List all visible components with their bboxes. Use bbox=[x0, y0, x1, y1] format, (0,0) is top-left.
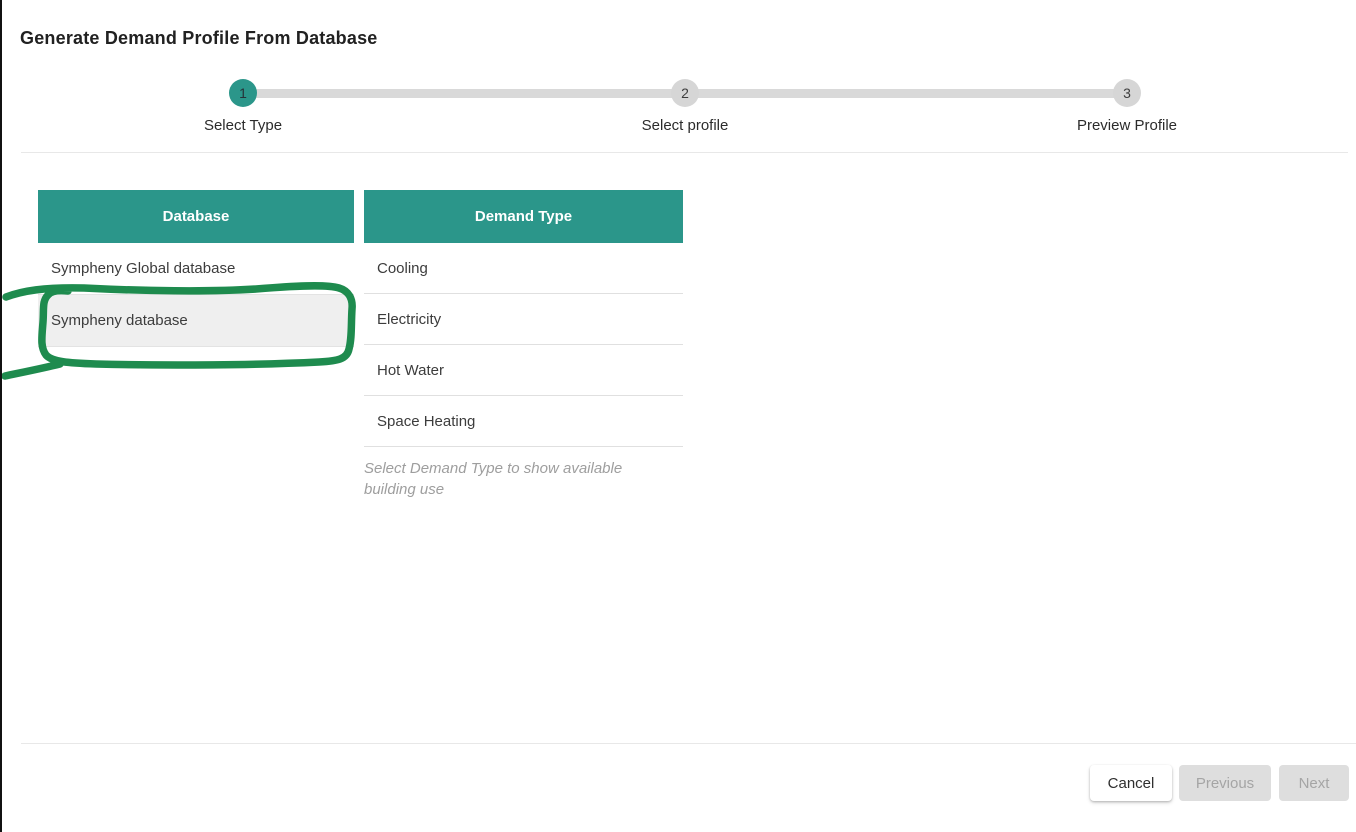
database-table-body: Sympheny Global database Sympheny databa… bbox=[38, 243, 354, 347]
step-1-circle[interactable]: 1 bbox=[229, 79, 257, 107]
header-divider bbox=[21, 152, 1348, 153]
demand-type-hint: Select Demand Type to show available bui… bbox=[364, 458, 664, 500]
demand-type-row[interactable]: Cooling bbox=[364, 243, 683, 294]
previous-button[interactable]: Previous bbox=[1179, 765, 1271, 801]
database-row-label: Sympheny database bbox=[51, 312, 188, 329]
database-table-header: Database bbox=[38, 190, 354, 243]
footer-divider bbox=[21, 743, 1356, 744]
demand-type-row[interactable]: Space Heating bbox=[364, 396, 683, 447]
stepper: 1 Select Type 2 Select profile 3 Preview… bbox=[2, 0, 1356, 140]
demand-type-row-label: Hot Water bbox=[377, 362, 444, 379]
demand-type-table-header: Demand Type bbox=[364, 190, 683, 243]
database-row-label: Sympheny Global database bbox=[51, 260, 235, 277]
step-2-label: Select profile bbox=[642, 117, 729, 134]
demand-type-row[interactable]: Hot Water bbox=[364, 345, 683, 396]
demand-type-row-label: Electricity bbox=[377, 311, 441, 328]
cancel-button[interactable]: Cancel bbox=[1090, 765, 1172, 801]
step-2-circle[interactable]: 2 bbox=[671, 79, 699, 107]
database-row[interactable]: Sympheny Global database bbox=[38, 243, 354, 295]
stepper-step-select-type[interactable]: 1 Select Type bbox=[163, 79, 323, 134]
stepper-step-select-profile[interactable]: 2 Select profile bbox=[605, 79, 765, 134]
step-3-label: Preview Profile bbox=[1077, 117, 1177, 134]
demand-type-table-body: Cooling Electricity Hot Water Space Heat… bbox=[364, 243, 683, 447]
demand-type-table: Demand Type Cooling Electricity Hot Wate… bbox=[364, 190, 683, 447]
stepper-step-preview-profile[interactable]: 3 Preview Profile bbox=[1047, 79, 1207, 134]
generate-demand-profile-dialog: Generate Demand Profile From Database 1 … bbox=[2, 0, 1356, 832]
demand-type-row[interactable]: Electricity bbox=[364, 294, 683, 345]
database-row[interactable]: Sympheny database bbox=[38, 295, 354, 347]
demand-type-row-label: Space Heating bbox=[377, 413, 475, 430]
next-button[interactable]: Next bbox=[1279, 765, 1349, 801]
demand-type-row-label: Cooling bbox=[377, 260, 428, 277]
step-1-label: Select Type bbox=[204, 117, 282, 134]
database-table: Database Sympheny Global database Symphe… bbox=[38, 190, 354, 347]
step-3-circle[interactable]: 3 bbox=[1113, 79, 1141, 107]
